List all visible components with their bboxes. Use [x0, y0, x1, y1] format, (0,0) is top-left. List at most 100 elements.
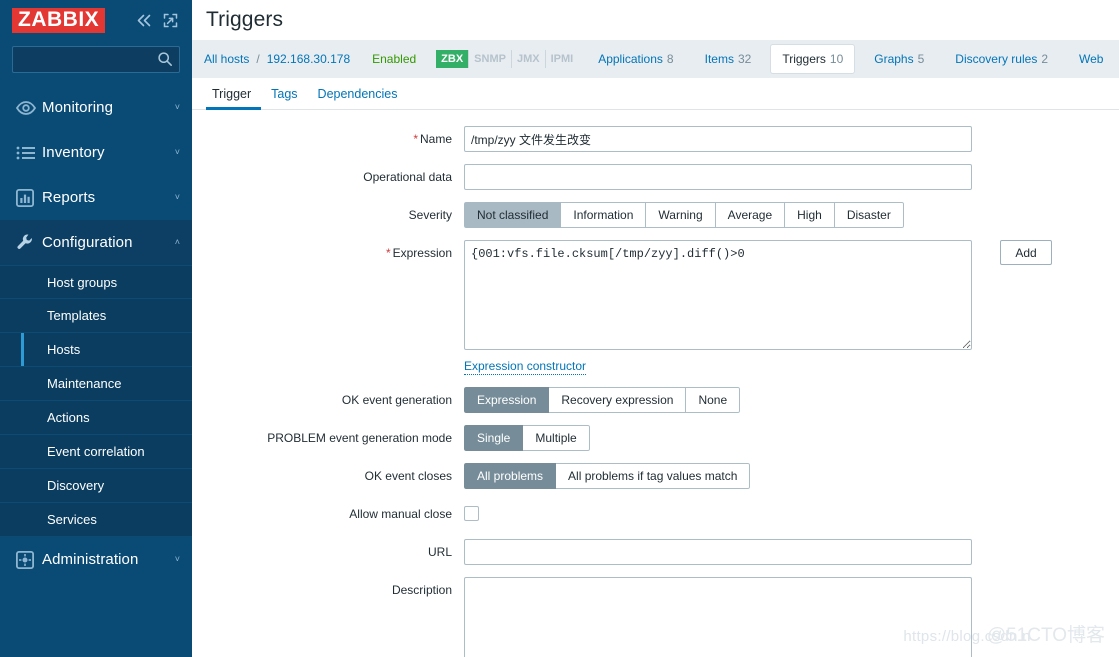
ok-event-generation-option-expression[interactable]: Expression: [464, 387, 550, 413]
ok-event-closes-option-all-problems[interactable]: All problems: [464, 463, 557, 489]
sidebar-item-host-groups[interactable]: Host groups: [0, 265, 192, 299]
submenu-item-label: Discovery: [47, 478, 105, 493]
eye-icon: [16, 100, 42, 115]
form-row-operational-data: Operational data: [192, 164, 1119, 190]
breadcrumb-tab-web[interactable]: Web: [1068, 45, 1118, 73]
breadcrumb-tab-applications[interactable]: Applications 8: [587, 45, 684, 73]
breadcrumb: All hosts / 192.168.30.178 Enabled ZBX S…: [192, 40, 1119, 78]
breadcrumb-all-hosts[interactable]: All hosts: [204, 52, 249, 66]
sidebar-item-label: Administration: [42, 551, 139, 568]
url-input[interactable]: [464, 539, 972, 565]
allow-manual-close-checkbox[interactable]: [464, 506, 479, 521]
add-button[interactable]: Add: [1000, 240, 1052, 265]
sidebar-item-administration[interactable]: Administration ˅: [0, 537, 192, 582]
submenu-item-label: Actions: [47, 410, 90, 425]
expression-textarea[interactable]: {001:vfs.file.cksum[/tmp/zyy].diff()>0: [464, 240, 972, 350]
sidebar-item-actions[interactable]: Actions: [0, 401, 192, 435]
sidebar-item-reports[interactable]: Reports ˅: [0, 175, 192, 220]
form-tabs: Trigger Tags Dependencies: [192, 78, 1119, 110]
problem-event-mode-option-single[interactable]: Single: [464, 425, 524, 451]
breadcrumb-host[interactable]: 192.168.30.178: [267, 52, 350, 66]
severity-option-high[interactable]: High: [785, 202, 835, 228]
breadcrumb-tab-items[interactable]: Items 32: [694, 45, 763, 73]
chevron-down-icon: ˅: [174, 192, 180, 202]
sidebar-item-configuration[interactable]: Configuration ˄: [0, 220, 192, 265]
severity-label: Severity: [408, 208, 452, 222]
sidebar-item-discovery[interactable]: Discovery: [0, 469, 192, 503]
sidebar-header-actions: [136, 13, 182, 28]
expression-constructor-link[interactable]: Expression constructor: [464, 358, 587, 375]
sidebar-item-inventory[interactable]: Inventory ˅: [0, 130, 192, 175]
tab-dependencies[interactable]: Dependencies: [308, 87, 408, 109]
list-icon: [16, 146, 42, 160]
tab-label: Web: [1079, 52, 1104, 66]
tab-tags[interactable]: Tags: [261, 87, 307, 109]
sidebar-item-hosts[interactable]: Hosts: [0, 333, 192, 367]
sidebar-item-event-correlation[interactable]: Event correlation: [0, 435, 192, 469]
form-row-ok-event-closes: OK event closes All problems All problem…: [192, 463, 1119, 489]
problem-event-mode-option-multiple[interactable]: Multiple: [523, 425, 590, 451]
breadcrumb-tab-graphs[interactable]: Graphs 5: [863, 45, 935, 73]
host-status[interactable]: Enabled: [372, 52, 416, 66]
ok-event-generation-option-none[interactable]: None: [686, 387, 741, 413]
form-row-description: Description: [192, 577, 1119, 657]
sidebar-item-monitoring[interactable]: Monitoring ˅: [0, 85, 192, 130]
bar-chart-icon: [16, 188, 42, 207]
sidebar-item-services[interactable]: Services: [0, 503, 192, 537]
chevron-double-left-icon[interactable]: [136, 14, 153, 27]
severity-option-average[interactable]: Average: [715, 202, 786, 228]
sidebar-item-templates[interactable]: Templates: [0, 299, 192, 333]
sidebar-header: ZABBIX: [0, 0, 192, 40]
tab-label: Triggers: [782, 52, 826, 66]
description-textarea[interactable]: [464, 577, 972, 657]
submenu-item-label: Event correlation: [47, 444, 145, 459]
ok-event-generation-option-recovery-expression[interactable]: Recovery expression: [549, 387, 687, 413]
form-row-name: * Name: [192, 126, 1119, 152]
fullscreen-icon[interactable]: [163, 13, 178, 28]
sidebar-menu: Monitoring ˅ Inventory ˅ Reports ˅ Confi…: [0, 85, 192, 582]
tab-count: 32: [737, 52, 752, 66]
chevron-up-icon: ˄: [174, 237, 180, 247]
interface-badges: ZBX SNMP JMX IPMI: [436, 50, 578, 68]
sidebar: ZABBIX Monitoring ˅ Inventory ˅ Reports …: [0, 0, 192, 657]
breadcrumb-tab-discovery-rules[interactable]: Discovery rules 2: [944, 45, 1059, 73]
tab-label: Discovery rules: [955, 52, 1038, 66]
name-input[interactable]: [464, 126, 972, 152]
severity-option-information[interactable]: Information: [561, 202, 647, 228]
zabbix-logo: ZABBIX: [12, 7, 106, 33]
ok-event-closes-button-group: All problems All problems if tag values …: [464, 463, 751, 489]
sidebar-item-label: Configuration: [42, 234, 133, 251]
severity-option-not-classified[interactable]: Not classified: [464, 202, 562, 228]
tab-count: 8: [666, 52, 674, 66]
sidebar-item-maintenance[interactable]: Maintenance: [0, 367, 192, 401]
tab-count: 10: [829, 52, 844, 66]
required-asterisk: *: [413, 132, 418, 146]
form-row-expression: * Expression {001:vfs.file.cksum[/tmp/zyy…: [192, 240, 1119, 350]
search-box[interactable]: [12, 46, 180, 73]
chevron-down-icon: ˅: [174, 102, 180, 112]
main-content: Triggers All hosts / 192.168.30.178 Enab…: [192, 0, 1119, 657]
sidebar-item-label: Monitoring: [42, 99, 114, 116]
chevron-down-icon: ˅: [174, 147, 180, 157]
label-text: Expression: [392, 246, 452, 260]
search-input[interactable]: [13, 47, 179, 72]
tab-trigger[interactable]: Trigger: [206, 87, 262, 110]
allow-manual-close-label: Allow manual close: [349, 507, 452, 521]
tab-count: 5: [917, 52, 925, 66]
form-row-problem-event-generation-mode: PROBLEM event generation mode Single Mul…: [192, 425, 1119, 451]
chevron-down-icon: ˅: [174, 554, 180, 564]
ok-event-closes-option-tag-values-match[interactable]: All problems if tag values match: [556, 463, 751, 489]
breadcrumb-tab-triggers[interactable]: Triggers 10: [771, 45, 855, 73]
form-row-url: URL: [192, 539, 1119, 565]
operational-data-input[interactable]: [464, 164, 972, 190]
interface-badge-jmx: JMX: [512, 50, 546, 68]
form-row-expression-constructor: Expression constructor: [192, 358, 1119, 375]
breadcrumb-separator: /: [256, 52, 260, 66]
sidebar-submenu-configuration: Host groups Templates Hosts Maintenance …: [0, 265, 192, 537]
problem-event-generation-mode-button-group: Single Multiple: [464, 425, 590, 451]
severity-option-disaster[interactable]: Disaster: [834, 202, 904, 228]
severity-button-group: Not classified Information Warning Avera…: [464, 202, 904, 228]
tab-label: Applications: [598, 52, 663, 66]
form-row-severity: Severity Not classified Information Warn…: [192, 202, 1119, 228]
severity-option-warning[interactable]: Warning: [646, 202, 716, 228]
